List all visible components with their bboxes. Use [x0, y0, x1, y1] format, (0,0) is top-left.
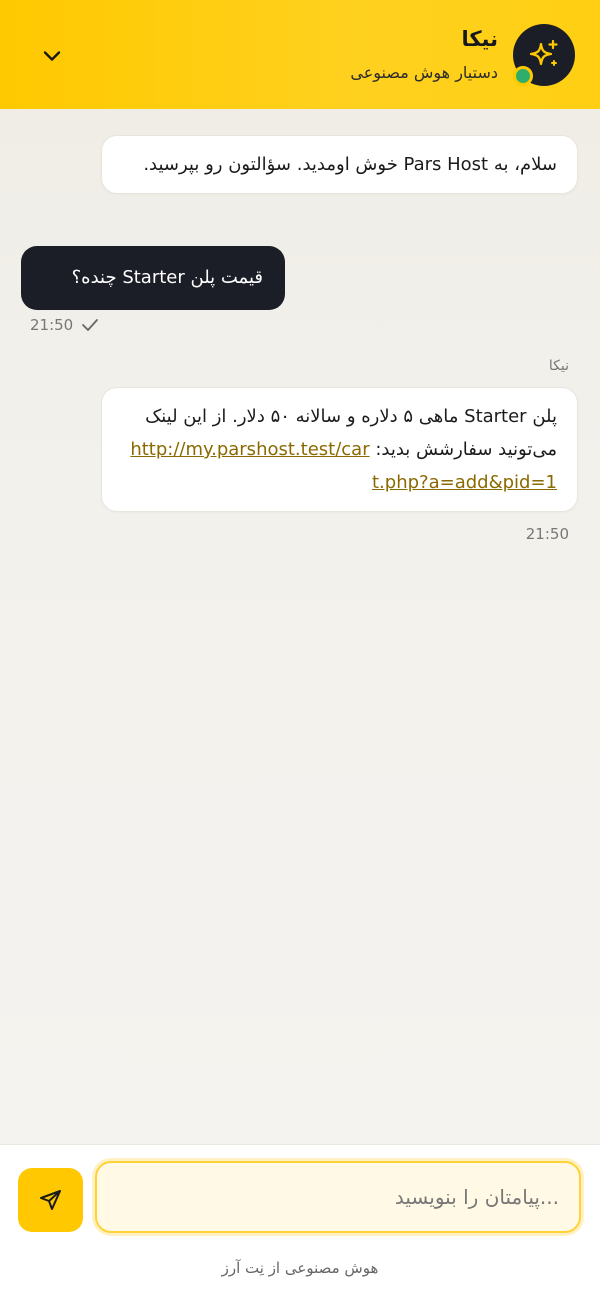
powered-by-text: هوش مصنوعی از نِت آرز — [221, 1259, 379, 1277]
chevron-down-icon — [43, 51, 61, 61]
message-time: 21:50 — [30, 316, 74, 334]
bot-message: سلام، به Pars Host خوش اومدید. سؤالتون ر… — [101, 135, 578, 194]
sender-name: نیکا — [548, 358, 569, 374]
bot-message: پلن Starter ماهی ۵ دلاره و سالانه ۵۰ دلا… — [101, 387, 578, 512]
check-icon — [82, 319, 99, 331]
chat-header: نیکا دستیار هوش مصنوعی — [0, 0, 600, 109]
message-text: سلام، به Pars Host خوش اومدید. سؤالتون ر… — [143, 154, 557, 175]
user-message: قیمت پلن Starter چنده؟ — [21, 246, 285, 310]
bot-subtitle: دستیار هوش مصنوعی — [350, 63, 498, 82]
message-text: قیمت پلن Starter چنده؟ — [71, 267, 263, 288]
online-status-dot — [513, 66, 533, 86]
message-list[interactable]: سلام، به Pars Host خوش اومدید. سؤالتون ر… — [0, 109, 600, 1144]
chat-widget: نیکا دستیار هوش مصنوعی سلام، به Pars Hos… — [0, 0, 600, 1299]
send-icon — [39, 1190, 61, 1210]
sparkles-icon — [529, 39, 558, 66]
message-input[interactable] — [95, 1161, 581, 1233]
send-button[interactable] — [18, 1168, 83, 1232]
composer: هوش مصنوعی از نِت آرز — [0, 1144, 600, 1299]
minimize-button[interactable] — [32, 36, 72, 76]
message-time: 21:50 — [525, 525, 569, 543]
message-meta: 21:50 — [30, 316, 99, 334]
bot-name: نیکا — [461, 27, 498, 51]
